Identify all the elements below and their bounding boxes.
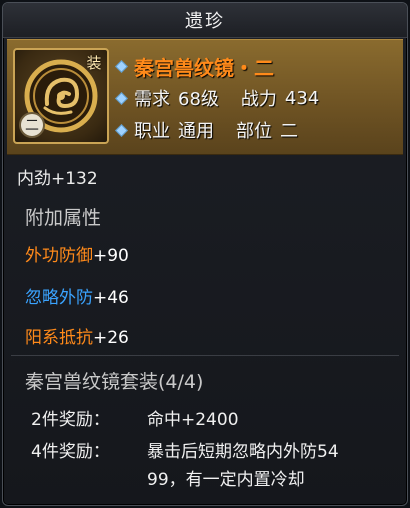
class-value: 通用 — [178, 121, 214, 142]
attr-value: +26 — [93, 328, 129, 348]
attr-name: 忽略外防 — [25, 288, 93, 308]
extra-attr-row: 阳系抵抗+26 — [25, 323, 129, 348]
power-value: 434 — [284, 87, 320, 109]
class-slot-row: 职业 通用 部位 二 — [115, 120, 298, 142]
bullet-diamond-icon — [115, 59, 128, 73]
set-bonus-effect-cont: 99，有一定内置冷却 — [147, 470, 305, 490]
set-bonus-effect: 暴击后短期忽略内外防54 — [147, 442, 339, 462]
req-label: 需求 — [134, 89, 170, 110]
section-divider — [11, 355, 399, 356]
base-stat: 内劲+132 — [17, 169, 98, 189]
set-title: 秦宫兽纹镜套装(4/4) — [25, 371, 204, 393]
extra-attrs-title: 附加属性 — [25, 207, 102, 229]
item-icon-slot[interactable]: 装 二 — [13, 48, 109, 144]
class-label: 职业 — [134, 121, 170, 142]
item-header: 装 二 秦宫兽纹镜・二 需求 68级 战力 434 职业 通用 部位 二 — [7, 39, 403, 155]
tier-badge: 二 — [19, 112, 45, 138]
extra-attr-row: 外功防御+90 — [25, 241, 129, 266]
set-bonus-effect: 命中+2400 — [147, 410, 239, 430]
bullet-diamond-icon — [115, 91, 128, 105]
req-value: 68级 — [178, 89, 219, 110]
slot-label: 部位 — [236, 121, 272, 142]
slot-value: 二 — [280, 121, 298, 142]
attr-value: +90 — [93, 246, 129, 266]
item-name-row: 秦宫兽纹镜・二 — [115, 56, 274, 80]
attr-name: 阳系抵抗 — [25, 328, 93, 348]
item-name: 秦宫兽纹镜・二 — [134, 55, 274, 80]
attr-name: 外功防御 — [25, 246, 93, 266]
extra-attr-row: 忽略外防+46 — [25, 283, 129, 308]
set-bonus-label: 2件奖励： — [31, 410, 110, 430]
item-tooltip: 遗珍 装 二 秦宫兽纹镜・二 需求 68级 战力 434 职业 通用 部位 二 … — [2, 2, 408, 506]
attr-value: +46 — [93, 288, 129, 308]
power-label: 战力 — [240, 89, 277, 110]
requirement-row: 需求 68级 战力 434 — [115, 87, 320, 110]
bullet-diamond-icon — [115, 123, 128, 137]
equipped-badge: 装 — [86, 54, 102, 72]
tooltip-title: 遗珍 — [3, 3, 407, 38]
set-bonus-label: 4件奖励： — [31, 442, 110, 462]
